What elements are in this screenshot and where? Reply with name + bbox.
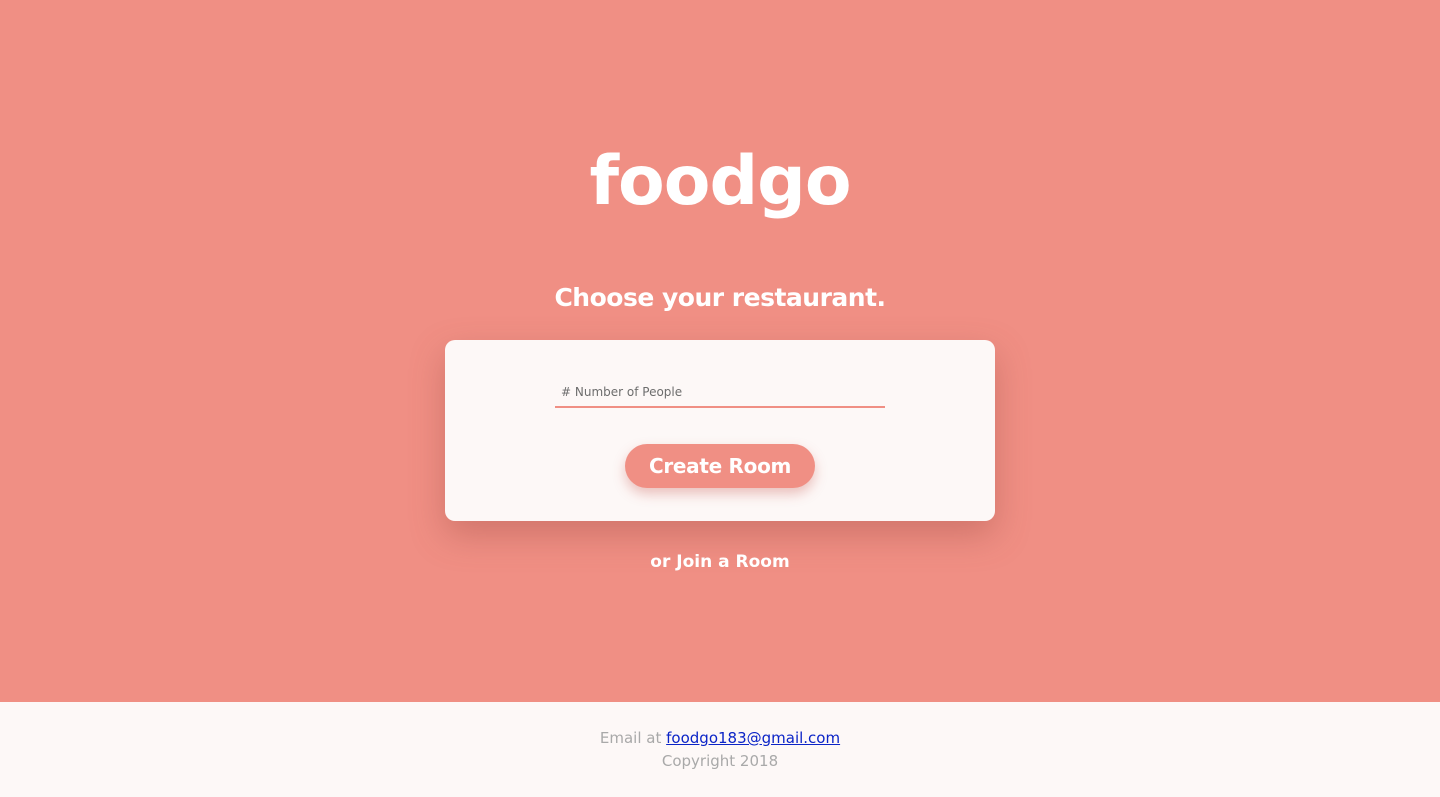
footer: Email at foodgo183@gmail.com Copyright 2… <box>0 702 1440 797</box>
email-link[interactable]: foodgo183@gmail.com <box>666 729 840 747</box>
create-room-button[interactable]: Create Room <box>625 444 815 488</box>
footer-contact: Email at foodgo183@gmail.com <box>0 728 1440 748</box>
copyright-text: Copyright 2018 <box>661 752 779 770</box>
join-room-link[interactable]: or Join a Room <box>0 550 1440 574</box>
page-title: Choose your restaurant. <box>554 283 886 312</box>
hero-section: foodgo Choose your restaurant. Create Ro… <box>0 0 1440 702</box>
email-prefix-text: Email at <box>599 729 662 747</box>
logo: foodgo <box>589 142 851 221</box>
number-of-people-input[interactable] <box>555 378 885 408</box>
create-room-card: Create Room <box>445 340 995 521</box>
